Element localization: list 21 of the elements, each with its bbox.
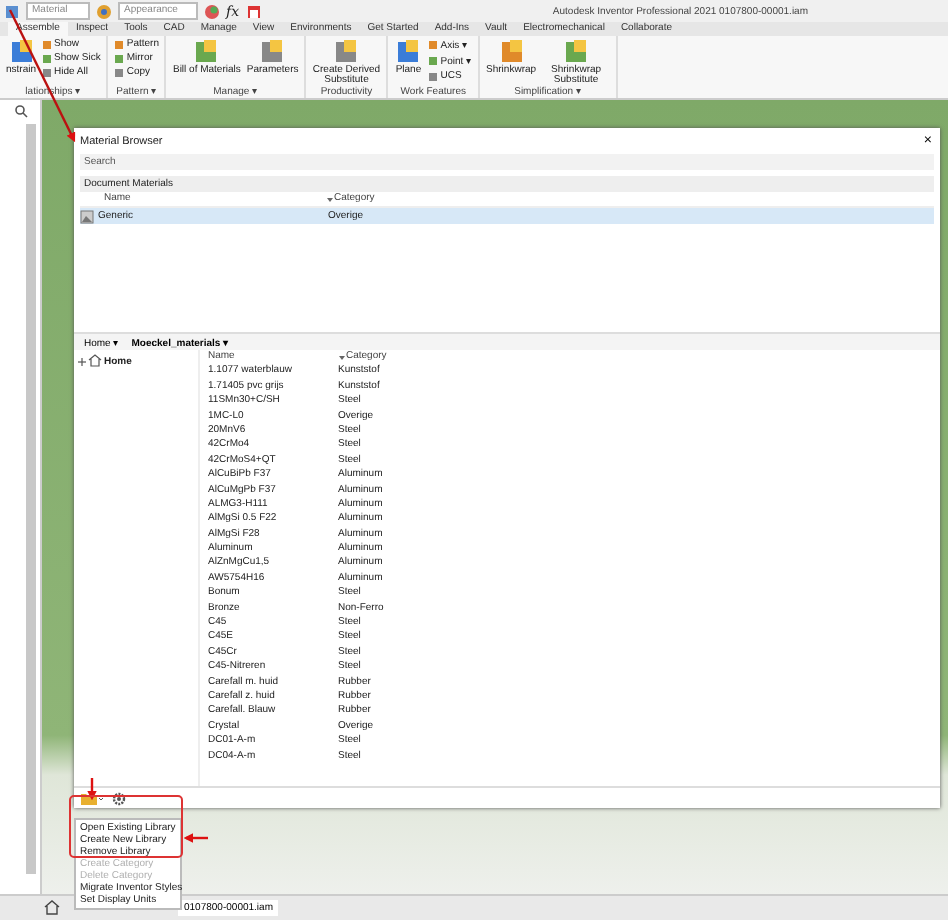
expand-icon — [78, 357, 86, 365]
appearance-icon — [96, 3, 112, 19]
tool-icon — [562, 38, 591, 66]
home-icon[interactable] — [44, 900, 60, 916]
tool-icon — [7, 38, 35, 66]
tool-icon[interactable] — [245, 3, 262, 19]
tool-icon — [394, 38, 423, 66]
tool-icon — [258, 38, 287, 66]
annotation-arrow — [87, 778, 97, 801]
tool-icon — [497, 38, 526, 66]
annotation-arrow — [183, 833, 208, 843]
home-icon — [88, 354, 102, 368]
annotation-arrow — [8, 9, 76, 143]
expand-toggle[interactable] — [78, 357, 86, 365]
search-icon[interactable] — [13, 104, 27, 118]
tool-icon — [332, 38, 361, 66]
material-swatch-icon — [80, 209, 94, 223]
color-icon[interactable] — [204, 3, 220, 19]
tool-icon — [192, 38, 221, 66]
settings-icon[interactable] — [112, 791, 126, 805]
highlight-frame — [69, 795, 183, 858]
